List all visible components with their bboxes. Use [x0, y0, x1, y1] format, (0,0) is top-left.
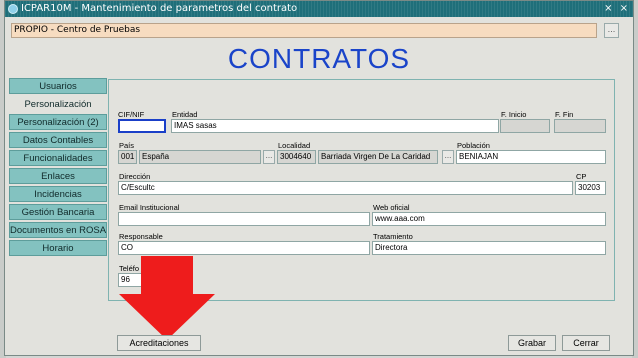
grabar-button[interactable]: Grabar [508, 335, 556, 351]
direccion-field[interactable]: C/Escultc [118, 181, 573, 195]
tab-datos-contables[interactable]: Datos Contables [9, 132, 107, 148]
cerrar-button[interactable]: Cerrar [562, 335, 610, 351]
email-label: Email Institucional [119, 203, 180, 212]
web-field[interactable]: www.aaa.com [372, 212, 606, 226]
localidad-name-field[interactable]: Barriada Virgen De La Caridad [318, 150, 438, 164]
tab-usuarios[interactable]: Usuarios [9, 78, 107, 94]
tratamiento-label: Tratamiento [373, 232, 413, 241]
red-arrow-annotation [119, 256, 215, 340]
responsable-field[interactable]: CO [118, 241, 370, 255]
tratamiento-field[interactable]: Directora [372, 241, 606, 255]
fecha-fin-field[interactable] [554, 119, 606, 133]
entidad-label: Entidad [172, 110, 198, 119]
pais-lov-button[interactable]: ... [263, 150, 275, 164]
tab-enlaces[interactable]: Enlaces [9, 168, 107, 184]
tab-personalizacion[interactable]: Personalización [9, 96, 107, 112]
cp-field[interactable]: 30203 [575, 181, 606, 195]
localidad-code-field[interactable]: 3004640 [277, 150, 316, 164]
poblacion-label: Población [457, 141, 490, 150]
responsable-label: Responsable [119, 232, 163, 241]
web-label: Web oficial [373, 203, 410, 212]
tab-funcionalidades[interactable]: Funcionalidades [9, 150, 107, 166]
tab-personalizacion-2[interactable]: Personalización (2) [9, 114, 107, 130]
fecha-fin-label: F. Fin [555, 110, 574, 119]
poblacion-field[interactable]: BENIAJAN [456, 150, 606, 164]
tab-documentos-rosa[interactable]: Documentos en ROSA [9, 222, 107, 238]
title-bar[interactable]: ICPAR10M - Mantenimiento de parametros d… [5, 1, 633, 17]
cif-field[interactable] [118, 119, 166, 133]
pais-code-field[interactable]: 001 [118, 150, 137, 164]
localidad-label: Localidad [278, 141, 311, 150]
window-controls[interactable]: ⨯ × [604, 1, 630, 17]
context-center-field[interactable]: PROPIO - Centro de Pruebas [11, 23, 597, 38]
page-title: CONTRATOS [227, 43, 411, 74]
tab-horario[interactable]: Horario [9, 240, 107, 256]
fecha-inicio-label: F. Inicio [501, 110, 527, 119]
fecha-inicio-field[interactable] [500, 119, 550, 133]
pais-label: País [119, 141, 135, 150]
entidad-field[interactable]: IMAS sasas [171, 119, 499, 133]
section-tabs: Usuarios Personalización Personalización… [9, 78, 107, 258]
window-title: ICPAR10M - Mantenimiento de parametros d… [21, 3, 298, 14]
pais-name-field[interactable]: España [139, 150, 261, 164]
localidad-lov-button[interactable]: ... [442, 150, 454, 164]
tab-incidencias[interactable]: Incidencias [9, 186, 107, 202]
cp-label: CP [576, 172, 587, 181]
context-lov-button[interactable]: ... [604, 23, 619, 38]
direccion-label: Dirección [119, 172, 151, 181]
email-field[interactable] [118, 212, 370, 226]
contract-parameters-window: ICPAR10M - Mantenimiento de parametros d… [4, 0, 634, 356]
app-icon [8, 4, 18, 14]
cif-label: CIF/NIF [118, 110, 145, 119]
acreditaciones-button[interactable]: Acreditaciones [117, 335, 201, 351]
tab-gestion-bancaria[interactable]: Gestión Bancaria [9, 204, 107, 220]
